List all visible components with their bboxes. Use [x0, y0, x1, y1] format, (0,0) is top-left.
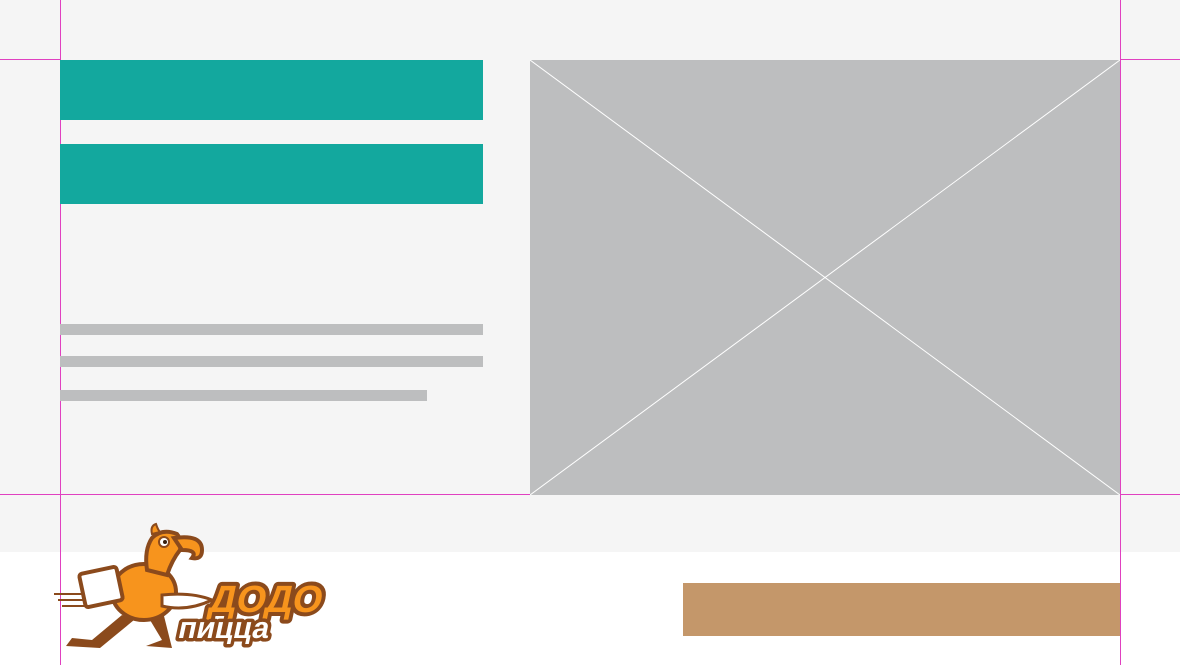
- text-line-placeholder-1: [60, 324, 483, 335]
- text-line-placeholder-2: [60, 356, 483, 367]
- headline-block-2: [60, 144, 483, 204]
- top-right-guide: [1120, 59, 1180, 60]
- image-placeholder-cross-icon: [530, 60, 1120, 495]
- top-left-guide: [0, 59, 60, 60]
- headline-block-1: [60, 60, 483, 120]
- image-placeholder: [530, 60, 1120, 495]
- bottom-right-guide: [1120, 494, 1180, 495]
- dodo-bird-courier-icon: ДОДО ДОДО пицца пицца: [54, 522, 331, 648]
- text-line-placeholder-3: [60, 390, 427, 401]
- cta-button[interactable]: [683, 583, 1120, 636]
- dodo-pizza-logo: ДОДО ДОДО пицца пицца: [52, 520, 352, 655]
- right-margin-guide: [1120, 0, 1121, 665]
- bottom-left-guide: [0, 494, 530, 495]
- brand-word-2-artwork: пицца: [175, 612, 274, 645]
